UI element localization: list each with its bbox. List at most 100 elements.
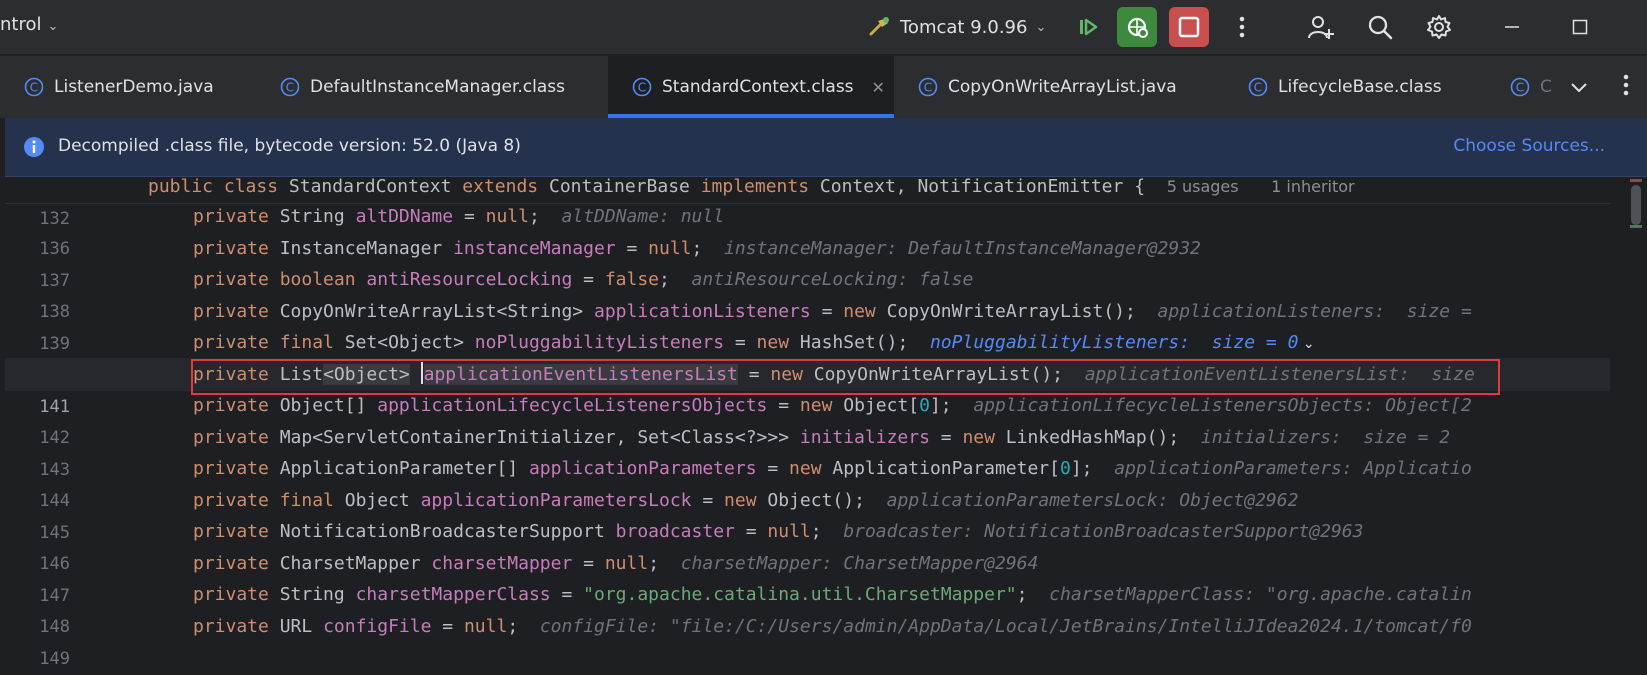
- minimize-button[interactable]: [1492, 12, 1532, 42]
- code-text: private final Set<Object> noPluggability…: [193, 332, 1315, 353]
- tab-list-button[interactable]: [1570, 78, 1588, 97]
- debug-value-hint: antiResourceLocking: false: [691, 269, 974, 290]
- debug-value-hint: applicationParameters: Applicatio: [1114, 458, 1472, 479]
- tab-copy-on-write-array-list[interactable]: C CopyOnWriteArrayList.java: [894, 56, 1224, 118]
- add-user-icon: [1308, 16, 1334, 39]
- usages-hint[interactable]: 5 usages: [1167, 177, 1239, 196]
- code-text: private boolean antiResourceLocking = fa…: [193, 269, 974, 290]
- more-actions-button[interactable]: [1222, 7, 1262, 47]
- code-line[interactable]: 144 private ApplicationParameter[] appli…: [5, 452, 1610, 511]
- tab-label: CopyOnWriteArrayList.java: [948, 77, 1177, 97]
- stop-icon: [1178, 16, 1200, 38]
- tab-default-instance-manager[interactable]: C DefaultInstanceManager.class: [256, 56, 608, 118]
- code-line[interactable]: 149 private URL configFile = null; confi…: [5, 610, 1610, 669]
- code-line[interactable]: 148 private String charsetMapperClass = …: [5, 578, 1610, 637]
- decompiled-info-banner: Decompiled .class file, bytecode version…: [5, 118, 1647, 177]
- inheritors-hint[interactable]: 1 inheritor: [1271, 177, 1355, 196]
- more-vertical-icon: [1623, 74, 1629, 96]
- code-line[interactable]: 146 private NotificationBroadcasterSuppo…: [5, 515, 1610, 574]
- class-icon: C: [918, 77, 938, 97]
- error-stripe-mark[interactable]: [1630, 179, 1642, 182]
- class-icon: C: [1248, 77, 1268, 97]
- gear-icon: [1427, 15, 1451, 39]
- code-line[interactable]: 137 private InstanceManager instanceMana…: [5, 232, 1610, 291]
- banner-message: Decompiled .class file, bytecode version…: [58, 136, 521, 156]
- highlight-annotation-box: [191, 359, 1500, 395]
- debug-value-hint: charsetMapperClass: "org.apache.catalin: [1049, 584, 1472, 605]
- code-line[interactable]: 136 private String altDDName = null; alt…: [5, 200, 1610, 259]
- more-vertical-icon: [1239, 16, 1245, 38]
- debug-icon: [1127, 17, 1148, 38]
- class-icon: C: [632, 77, 652, 97]
- search-everywhere-button[interactable]: [1360, 7, 1400, 47]
- change-stripe-mark[interactable]: [1630, 225, 1642, 228]
- svg-text:C: C: [638, 81, 646, 95]
- debug-button[interactable]: [1117, 7, 1157, 47]
- svg-text:C: C: [924, 81, 932, 95]
- run-configuration-label: Tomcat 9.0.96: [900, 16, 1028, 38]
- code-line[interactable]: 147 private CharsetMapper charsetMapper …: [5, 547, 1610, 606]
- editor-scrollbar[interactable]: [1630, 177, 1642, 675]
- code-text: private Map<ServletContainerInitializer,…: [193, 427, 1451, 448]
- svg-text:C: C: [1254, 81, 1262, 95]
- class-icon: C: [280, 77, 300, 97]
- project-menu[interactable]: ntrol ⌄: [0, 14, 58, 35]
- debug-value-hint: applicationListeners: size =: [1157, 301, 1472, 322]
- run-configuration-selector[interactable]: Tomcat 9.0.96 ⌄: [868, 10, 1046, 44]
- title-bar: ntrol ⌄ Tomcat 9.0.96 ⌄: [0, 0, 1647, 54]
- choose-sources-link[interactable]: Choose Sources...: [1453, 136, 1605, 156]
- code-line[interactable]: 140 private final Set<Object> noPluggabi…: [5, 326, 1610, 385]
- code-text: private String altDDName = null; altDDNa…: [193, 206, 725, 227]
- debug-value-hint: applicationLifecycleListenersObjects: Ob…: [973, 395, 1472, 416]
- resume-button[interactable]: [1068, 7, 1108, 47]
- tab-label: ListenerDemo.java: [54, 77, 214, 97]
- minimize-icon: [1505, 26, 1519, 28]
- code-line[interactable]: 145 private final Object applicationPara…: [5, 484, 1610, 543]
- code-text: private InstanceManager instanceManager …: [193, 238, 1201, 259]
- settings-button[interactable]: [1419, 7, 1459, 47]
- line-number: 132: [39, 209, 70, 229]
- svg-text:C: C: [286, 81, 294, 95]
- close-icon[interactable]: ✕: [872, 78, 885, 97]
- code-line[interactable]: 139 private CopyOnWriteArrayList<String>…: [5, 295, 1610, 354]
- code-text: private CopyOnWriteArrayList<String> app…: [193, 301, 1472, 322]
- tab-more-button[interactable]: [1623, 74, 1629, 100]
- chevron-down-icon: ⌄: [47, 19, 59, 34]
- chevron-down-icon: ⌄: [1035, 19, 1047, 35]
- code-line[interactable]: 138 private boolean antiResourceLocking …: [5, 263, 1610, 322]
- maximize-button[interactable]: [1560, 12, 1600, 42]
- debug-value-hint: initializers: size = 2: [1200, 427, 1451, 448]
- debug-value-hint: configFile: "file:/C:/Users/admin/AppDat…: [539, 616, 1472, 637]
- tab-label: LifecycleBase.class: [1278, 77, 1442, 97]
- tab-label: DefaultInstanceManager.class: [310, 77, 565, 97]
- code-text: public class StandardContext extends Con…: [148, 177, 1355, 197]
- tab-overflow[interactable]: C C: [1486, 56, 1552, 118]
- debug-value-hint: applicationParametersLock: Object@2962: [886, 490, 1299, 511]
- code-editor[interactable]: 132 public class StandardContext extends…: [5, 177, 1647, 675]
- debug-value-hint: altDDName: null: [561, 206, 725, 227]
- line-number: 149: [39, 649, 70, 669]
- svg-text:C: C: [1516, 81, 1524, 95]
- tab-standard-context[interactable]: C StandardContext.class ✕: [608, 56, 894, 118]
- stop-button[interactable]: [1169, 7, 1209, 47]
- tab-lifecycle-base[interactable]: C LifecycleBase.class: [1224, 56, 1486, 118]
- info-icon: [24, 137, 44, 157]
- editor-tab-bar: C ListenerDemo.java C DefaultInstanceMan…: [0, 56, 1647, 119]
- chevron-down-icon[interactable]: ⌄: [1298, 336, 1315, 352]
- chevron-down-icon: [1571, 82, 1587, 92]
- tab-label: StandardContext.class: [662, 77, 854, 97]
- hammer-icon: [869, 17, 889, 36]
- tab-tools: [1552, 56, 1647, 118]
- code-line[interactable]: 143 private Map<ServletContainerInitiali…: [5, 421, 1610, 480]
- code-text: private ApplicationParameter[] applicati…: [193, 458, 1472, 479]
- code-with-me-button[interactable]: [1301, 7, 1341, 47]
- scrollbar-thumb[interactable]: [1631, 185, 1641, 225]
- debug-value-hint[interactable]: noPluggabilityListeners: size = 0: [930, 332, 1298, 353]
- code-text: private URL configFile = null; configFil…: [193, 616, 1472, 637]
- tab-listener-demo[interactable]: C ListenerDemo.java: [0, 56, 256, 118]
- code-text: private CharsetMapper charsetMapper = nu…: [193, 553, 1039, 574]
- code-text: private final Object applicationParamete…: [193, 490, 1299, 511]
- code-text: private NotificationBroadcasterSupport b…: [193, 521, 1364, 542]
- sticky-class-header[interactable]: 132 public class StandardContext extends…: [5, 177, 1610, 229]
- maximize-icon: [1572, 19, 1588, 35]
